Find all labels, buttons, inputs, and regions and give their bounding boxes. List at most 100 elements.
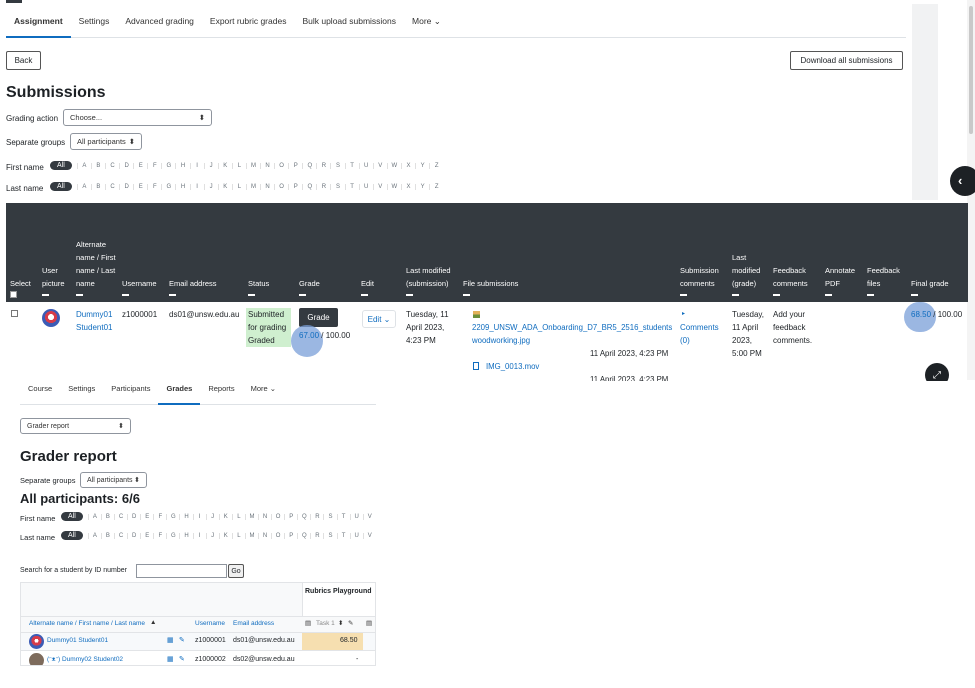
- last-name-letter[interactable]: A: [76, 183, 91, 190]
- last-name-letter[interactable]: B: [90, 183, 105, 190]
- collapse-icon[interactable]: [248, 294, 255, 296]
- last-name-letter[interactable]: T: [344, 183, 359, 190]
- grader-last-name-letter[interactable]: J: [205, 532, 219, 539]
- first-name-letter[interactable]: A: [76, 162, 91, 169]
- student-name-link[interactable]: Dummy01 Student01: [76, 308, 118, 334]
- collapse-icon[interactable]: [463, 294, 470, 296]
- drawer-toggle-button[interactable]: ‹: [950, 166, 975, 196]
- col-header-task[interactable]: Task 1: [316, 620, 335, 627]
- first-name-letter[interactable]: B: [90, 162, 105, 169]
- col-alternate-name[interactable]: Alternate name / First name / Last name: [76, 238, 116, 302]
- grader-first-name-letter[interactable]: D: [127, 513, 140, 520]
- grader-last-name-letter[interactable]: N: [258, 532, 271, 539]
- tab-reports[interactable]: Reports: [200, 384, 242, 404]
- tab-participants[interactable]: Participants: [103, 384, 158, 404]
- sort-ascending-icon[interactable]: ▲: [150, 619, 156, 626]
- first-name-letter[interactable]: J: [203, 162, 218, 169]
- grader-separate-groups-select[interactable]: All participants ⬍: [80, 472, 147, 488]
- first-name-letter[interactable]: F: [147, 162, 161, 169]
- last-name-letter[interactable]: X: [400, 183, 415, 190]
- tab-more[interactable]: More ⌄: [243, 384, 284, 404]
- tab-course[interactable]: Course: [20, 384, 60, 404]
- grader-last-name-letter[interactable]: M: [244, 532, 258, 539]
- pencil-icon[interactable]: ✎: [179, 655, 185, 663]
- grader-last-name-letter[interactable]: O: [271, 532, 284, 539]
- col-select[interactable]: Select: [10, 277, 40, 302]
- grader-first-name-letter[interactable]: S: [323, 513, 336, 520]
- col-grade[interactable]: Grade: [299, 277, 339, 302]
- grader-first-name-letter[interactable]: L: [231, 513, 245, 520]
- last-name-letter[interactable]: I: [189, 183, 204, 190]
- col-feedback-files[interactable]: Feedback files: [867, 264, 907, 302]
- grader-first-name-all-button[interactable]: All: [61, 512, 83, 521]
- grader-first-name-letter[interactable]: N: [258, 513, 271, 520]
- back-button[interactable]: Back: [6, 51, 41, 70]
- col-last-modified-submission[interactable]: Last modified (submission): [406, 264, 458, 302]
- col-header-username[interactable]: Username: [195, 620, 225, 627]
- col-last-modified-grade[interactable]: Last modified (grade): [732, 251, 768, 302]
- download-all-submissions-button[interactable]: Download all submissions: [790, 51, 903, 70]
- grader-last-name-letter[interactable]: P: [284, 532, 297, 539]
- grade-table-icon[interactable]: ▦: [167, 655, 174, 663]
- collapse-icon[interactable]: [169, 294, 176, 296]
- select-all-checkbox[interactable]: [10, 291, 17, 298]
- collapse-icon[interactable]: [867, 294, 874, 296]
- grade-table-icon[interactable]: ▦: [167, 636, 174, 644]
- collapse-icon[interactable]: [732, 294, 739, 296]
- last-name-letter[interactable]: F: [147, 183, 161, 190]
- grader-last-name-letter[interactable]: R: [310, 532, 323, 539]
- col-final-grade[interactable]: Final grade: [911, 277, 961, 302]
- first-name-letter[interactable]: Q: [302, 162, 316, 169]
- first-name-letter[interactable]: W: [386, 162, 401, 169]
- first-name-letter[interactable]: C: [104, 162, 119, 169]
- grader-last-name-letter[interactable]: D: [127, 532, 140, 539]
- collapse-icon[interactable]: [911, 294, 918, 296]
- last-name-letter[interactable]: O: [274, 183, 288, 190]
- tab-assignment[interactable]: Assignment: [6, 16, 71, 38]
- first-name-letter[interactable]: I: [189, 162, 204, 169]
- grader-first-name-letter[interactable]: A: [87, 513, 101, 520]
- grader-first-name-letter[interactable]: F: [153, 513, 166, 520]
- grader-last-name-letter[interactable]: C: [113, 532, 127, 539]
- last-name-letter[interactable]: Y: [415, 183, 429, 190]
- last-name-letter[interactable]: E: [133, 183, 147, 190]
- grader-first-name-letter[interactable]: H: [179, 513, 192, 520]
- col-header-email[interactable]: Email address: [233, 620, 274, 627]
- last-name-letter[interactable]: C: [104, 183, 119, 190]
- last-name-letter[interactable]: D: [119, 183, 133, 190]
- grader-first-name-letter[interactable]: B: [100, 513, 114, 520]
- last-name-letter[interactable]: W: [386, 183, 401, 190]
- col-submission-comments[interactable]: Submission comments: [680, 264, 730, 302]
- last-name-letter[interactable]: M: [245, 183, 260, 190]
- col-annotate-pdf[interactable]: Annotate PDF: [825, 264, 863, 302]
- last-name-letter[interactable]: P: [288, 183, 302, 190]
- first-name-letter[interactable]: N: [260, 162, 274, 169]
- tab-export-rubric-grades[interactable]: Export rubric grades: [202, 16, 295, 37]
- first-name-all-button[interactable]: All: [50, 161, 72, 170]
- grader-first-name-letter[interactable]: K: [218, 513, 232, 520]
- last-name-letter[interactable]: Z: [429, 183, 443, 190]
- row-select-checkbox[interactable]: [11, 310, 18, 317]
- collapse-icon[interactable]: [42, 294, 49, 296]
- grader-first-name-letter[interactable]: I: [192, 513, 206, 520]
- comments-link[interactable]: Comments (0): [680, 321, 725, 347]
- grader-first-name-letter[interactable]: Q: [297, 513, 310, 520]
- first-name-letter[interactable]: K: [217, 162, 232, 169]
- grader-last-name-letter[interactable]: S: [323, 532, 336, 539]
- collapse-icon[interactable]: [361, 294, 368, 296]
- grader-first-name-letter[interactable]: G: [166, 513, 179, 520]
- last-name-letter[interactable]: S: [330, 183, 344, 190]
- col-user-picture[interactable]: User picture: [42, 264, 72, 302]
- id-search-input[interactable]: [136, 564, 227, 578]
- grader-first-name-letter[interactable]: P: [284, 513, 297, 520]
- grader-last-name-letter[interactable]: H: [179, 532, 192, 539]
- grader-first-name-letter[interactable]: O: [271, 513, 284, 520]
- first-name-letter[interactable]: Y: [415, 162, 429, 169]
- grader-last-name-letter[interactable]: E: [140, 532, 153, 539]
- grader-first-name-letter[interactable]: J: [205, 513, 219, 520]
- first-name-letter[interactable]: X: [400, 162, 415, 169]
- last-name-letter[interactable]: L: [231, 183, 246, 190]
- grader-last-name-all-button[interactable]: All: [61, 531, 83, 540]
- grader-last-name-letter[interactable]: F: [153, 532, 166, 539]
- collapse-icon[interactable]: [299, 294, 306, 296]
